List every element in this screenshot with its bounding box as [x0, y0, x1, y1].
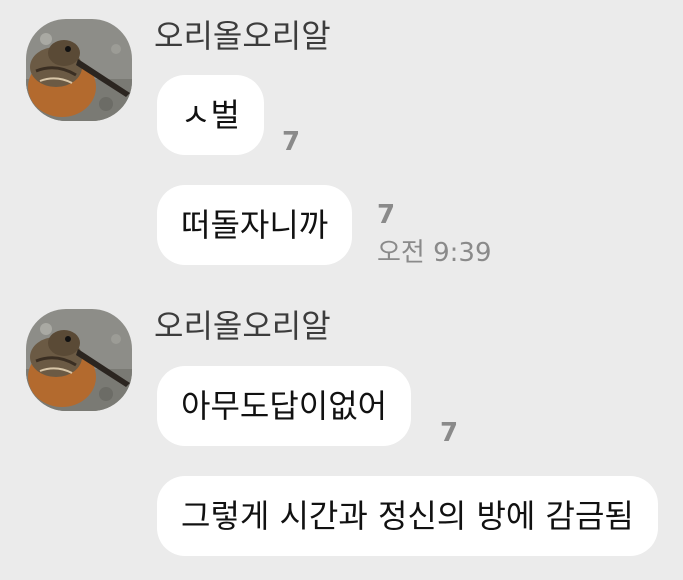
unread-count: 7: [282, 127, 301, 157]
woodcock-bird-avatar-icon: [26, 19, 132, 121]
profile-avatar[interactable]: [26, 309, 132, 411]
message-bubble[interactable]: 아무도답이없어: [157, 366, 412, 446]
sender-name: 오리올오리알: [154, 307, 331, 345]
message-time: 오전 9:39: [377, 238, 492, 268]
woodcock-bird-avatar-icon: [26, 309, 132, 411]
sender-name: 오리올오리알: [154, 17, 331, 55]
message-bubble[interactable]: 그렇게 시간과 정신의 방에 감금됨: [157, 476, 658, 556]
message-bubble[interactable]: ㅅ벌: [157, 75, 264, 155]
profile-avatar[interactable]: [26, 19, 132, 121]
unread-count: 7: [440, 418, 459, 448]
unread-count: 7: [377, 200, 396, 230]
message-bubble[interactable]: 떠돌자니까: [157, 185, 353, 265]
